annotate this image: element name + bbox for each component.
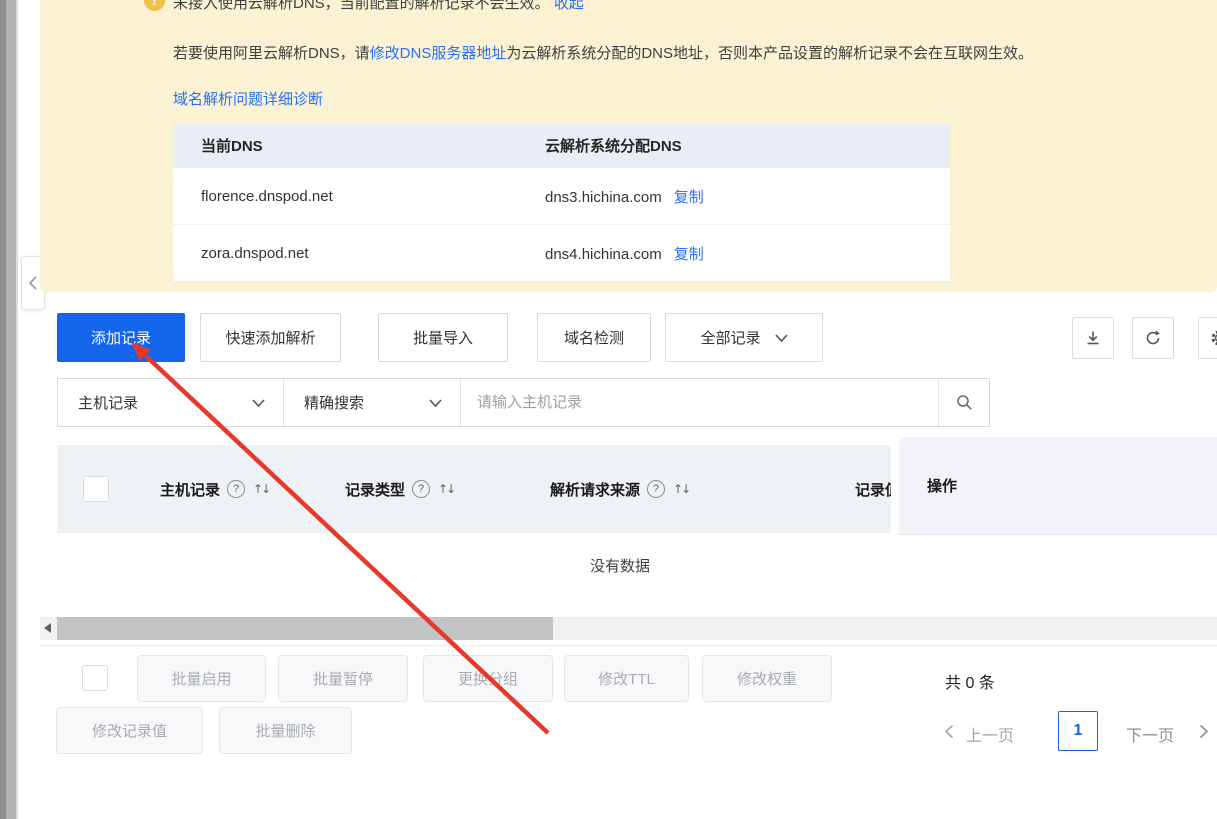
scrollbar-thumb[interactable]: [57, 617, 553, 640]
notice-body-post: 为云解析系统分配的DNS地址，否则本产品设置的解析记录不会在互联网生效。: [506, 45, 1033, 62]
chevron-down-icon: [429, 399, 442, 407]
download-icon: [1084, 329, 1102, 347]
download-button[interactable]: [1072, 317, 1114, 359]
batch-delete-button[interactable]: 批量删除: [219, 707, 352, 754]
help-icon[interactable]: ?: [647, 480, 665, 498]
col-current-dns: 当前DNS: [173, 135, 545, 156]
current-page-button[interactable]: 1: [1058, 711, 1098, 751]
notice-warning-text: 未接入使用云解析DNS，当前配置的解析记录不会生效。: [173, 0, 550, 12]
next-page-button[interactable]: 下一页: [1126, 722, 1174, 746]
col-assigned-dns: 云解析系统分配DNS: [545, 135, 950, 156]
current-dns-value: florence.dnspod.net: [173, 188, 545, 205]
footer-divider: [40, 645, 1217, 646]
prev-page-icon[interactable]: [944, 724, 954, 739]
assigned-dns-value: dns3.hichina.com: [545, 189, 662, 206]
empty-table-message: 没有数据: [60, 555, 1180, 576]
modify-ttl-button[interactable]: 修改TTL: [564, 655, 689, 702]
current-dns-value: zora.dnspod.net: [173, 245, 545, 262]
help-icon[interactable]: ?: [412, 480, 430, 498]
sort-icon[interactable]: ↑↓: [438, 482, 454, 496]
sort-icon[interactable]: ↑↓: [673, 482, 689, 496]
notice-line1: 未接入使用云解析DNS，当前配置的解析记录不会生效。 收起: [173, 0, 584, 13]
column-operations: 操作: [899, 437, 1217, 535]
record-search-bar: 主机记录 精确搜索: [57, 378, 990, 427]
domain-diagnose-link[interactable]: 域名解析问题详细诊断: [173, 88, 323, 109]
search-icon: [956, 394, 973, 411]
search-input[interactable]: [461, 379, 938, 426]
dns-table-header: 当前DNS 云解析系统分配DNS: [173, 123, 950, 168]
dns-warning-notice: ! 未接入使用云解析DNS，当前配置的解析记录不会生效。 收起 若要使用阿里云解…: [40, 0, 1217, 292]
search-field-select[interactable]: 主机记录: [58, 379, 284, 426]
search-mode-select[interactable]: 精确搜索: [284, 379, 461, 426]
copy-dns-link[interactable]: 复制: [674, 189, 704, 206]
left-scrollbar[interactable]: [0, 0, 18, 819]
collapse-notice-link[interactable]: 收起: [554, 0, 584, 12]
gear-icon: [1210, 329, 1217, 347]
add-record-button[interactable]: 添加记录: [57, 313, 185, 362]
select-all-checkbox[interactable]: [83, 476, 109, 502]
modify-record-value-button[interactable]: 修改记录值: [56, 707, 203, 754]
copy-dns-link[interactable]: 复制: [674, 246, 704, 263]
batch-import-button[interactable]: 批量导入: [378, 313, 508, 362]
scroll-left-arrow-icon[interactable]: [44, 623, 51, 633]
chevron-left-icon: [28, 276, 38, 290]
column-request-source: 解析请求来源 ? ↑↓: [550, 445, 689, 533]
horizontal-scrollbar[interactable]: [40, 617, 1217, 640]
settings-button[interactable]: [1198, 317, 1217, 359]
notice-line2: 若要使用阿里云解析DNS，请修改DNS服务器地址为云解析系统分配的DNS地址，否…: [173, 42, 1033, 63]
dns-table-row: zora.dnspod.net dns4.hichina.com 复制: [173, 225, 950, 282]
domain-check-button[interactable]: 域名检测: [537, 313, 651, 362]
all-records-dropdown[interactable]: 全部记录: [665, 313, 823, 362]
help-icon[interactable]: ?: [227, 480, 245, 498]
quick-add-button[interactable]: 快速添加解析: [200, 313, 341, 362]
chevron-down-icon: [775, 334, 788, 342]
dns-comparison-table: 当前DNS 云解析系统分配DNS florence.dnspod.net dns…: [173, 123, 950, 282]
footer-select-all-checkbox[interactable]: [82, 665, 108, 691]
batch-pause-button[interactable]: 批量暂停: [278, 655, 408, 702]
chevron-down-icon: [252, 399, 265, 407]
assigned-dns-value: dns4.hichina.com: [545, 246, 662, 263]
sort-icon[interactable]: ↑↓: [253, 482, 269, 496]
warning-icon: !: [144, 0, 165, 11]
modify-dns-server-link[interactable]: 修改DNS服务器地址: [370, 45, 507, 62]
prev-page-button[interactable]: 上一页: [966, 722, 1014, 746]
column-host-record: 主机记录 ? ↑↓: [160, 445, 269, 533]
ops-column-divider: [891, 437, 899, 535]
batch-enable-button[interactable]: 批量启用: [137, 655, 266, 702]
change-group-button[interactable]: 更换分组: [423, 655, 553, 702]
next-page-icon[interactable]: [1199, 724, 1209, 739]
modify-weight-button[interactable]: 修改权重: [702, 655, 832, 702]
column-record-type: 记录类型 ? ↑↓: [345, 445, 454, 533]
refresh-button[interactable]: [1132, 317, 1174, 359]
total-count: 共 0 条: [945, 669, 995, 693]
dns-records-console-page: ! 未接入使用云解析DNS，当前配置的解析记录不会生效。 收起 若要使用阿里云解…: [0, 0, 1217, 819]
refresh-icon: [1144, 329, 1162, 347]
search-button[interactable]: [938, 379, 989, 426]
dns-table-row: florence.dnspod.net dns3.hichina.com 复制: [173, 168, 950, 225]
notice-body-pre: 若要使用阿里云解析DNS，请: [173, 45, 370, 62]
